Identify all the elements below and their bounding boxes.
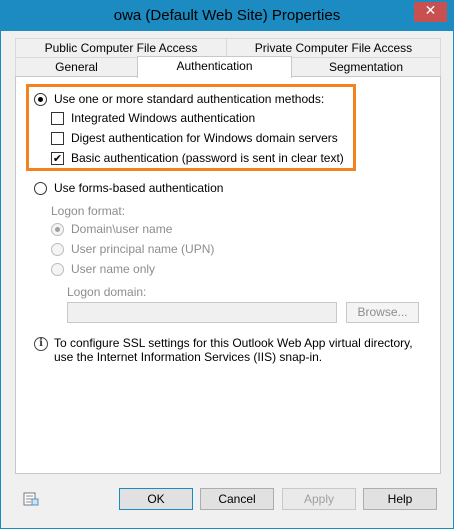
radio-button[interactable]: [51, 242, 64, 256]
logon-format-label: Logon format:: [51, 204, 126, 218]
radio-button-selected[interactable]: [34, 92, 47, 106]
ssl-info-text: To configure SSL settings for this Outlo…: [54, 336, 413, 364]
radio-button[interactable]: [34, 181, 47, 195]
integrated-windows-label: Integrated Windows authentication: [71, 111, 256, 125]
integrated-windows-checkbox[interactable]: Integrated Windows authentication: [51, 111, 255, 125]
radio-button-selected[interactable]: [51, 222, 64, 236]
basic-auth-checkbox[interactable]: ✔ Basic authentication (password is sent…: [51, 151, 344, 165]
close-button[interactable]: ✕: [414, 2, 447, 22]
properties-dialog: owa (Default Web Site) Properties ✕ Publ…: [0, 0, 454, 529]
tab-general[interactable]: General: [15, 57, 138, 77]
window-title: owa (Default Web Site) Properties: [113, 7, 341, 24]
logon-format-option-label: User name only: [71, 262, 156, 276]
logon-domain-label: Logon domain:: [67, 285, 147, 299]
tab-authentication[interactable]: Authentication: [137, 56, 292, 78]
ok-button[interactable]: OK: [119, 488, 193, 510]
logon-format-option-label: Domain\user name: [71, 222, 173, 236]
digest-auth-checkbox[interactable]: Digest authentication for Windows domain…: [51, 131, 338, 145]
forms-auth-label: Use forms-based authentication: [54, 181, 224, 195]
cancel-button[interactable]: Cancel: [200, 488, 274, 510]
logon-format-username-radio[interactable]: User name only: [51, 262, 155, 276]
logon-format-option-label: User principal name (UPN): [71, 242, 215, 256]
forms-auth-radio[interactable]: Use forms-based authentication: [34, 181, 223, 195]
basic-auth-label: Basic authentication (password is sent i…: [71, 151, 344, 165]
logon-domain-input[interactable]: [67, 302, 337, 323]
tab-segmentation[interactable]: Segmentation: [291, 57, 441, 77]
help-button[interactable]: Help: [363, 488, 437, 510]
logon-format-upn-radio[interactable]: User principal name (UPN): [51, 242, 214, 256]
checkbox[interactable]: [51, 131, 64, 145]
checkbox[interactable]: [51, 111, 64, 125]
browse-button[interactable]: Browse...: [346, 302, 419, 323]
standard-auth-label: Use one or more standard authentication …: [54, 92, 325, 106]
digest-auth-label: Digest authentication for Windows domain…: [71, 131, 338, 145]
info-icon-wrap: i: [34, 337, 48, 351]
standard-auth-radio[interactable]: Use one or more standard authentication …: [34, 92, 324, 106]
logon-format-domain-user-radio[interactable]: Domain\user name: [51, 222, 172, 236]
checkbox-checked[interactable]: ✔: [51, 151, 64, 165]
tab-strip: Public Computer File Access Private Comp…: [15, 38, 441, 78]
properties-page-icon: [23, 492, 39, 506]
tab-public-computer-file-access[interactable]: Public Computer File Access: [15, 38, 227, 58]
title-bar[interactable]: owa (Default Web Site) Properties ✕: [1, 1, 453, 31]
apply-button[interactable]: Apply: [282, 488, 356, 510]
tab-private-computer-file-access[interactable]: Private Computer File Access: [226, 38, 441, 58]
radio-button[interactable]: [51, 262, 64, 276]
info-icon: i: [34, 337, 48, 351]
